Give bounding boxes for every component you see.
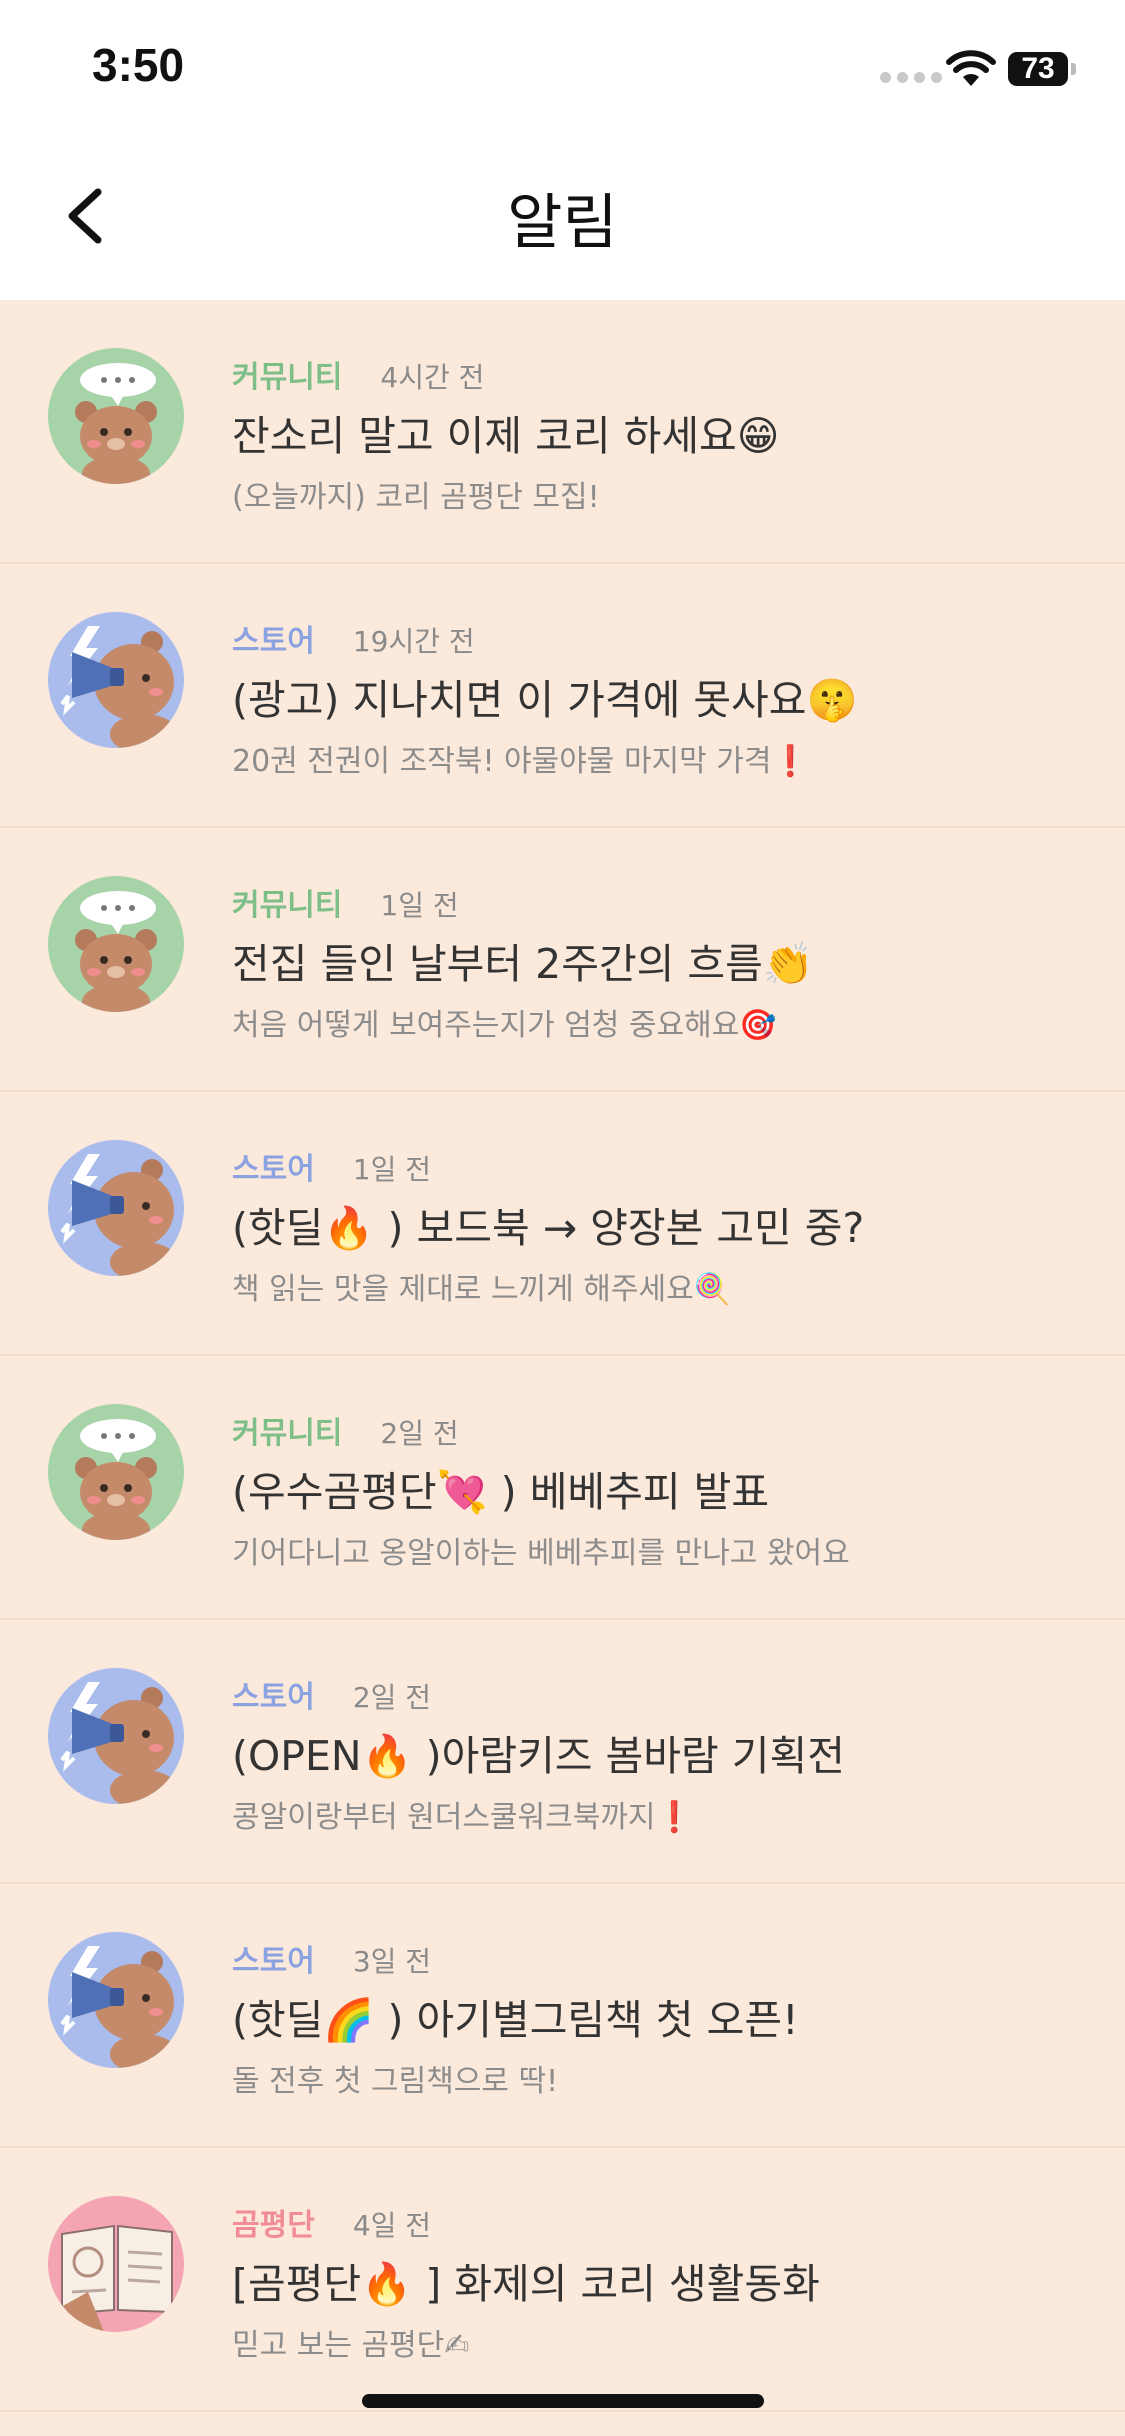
notification-meta: 커뮤니티 1일 전 xyxy=(232,880,459,924)
notification-subtitle: 콩알이랑부터 원더스쿨워크북까지❗ xyxy=(232,1800,693,1835)
notification-list: 커뮤니티 4시간 전잔소리 말고 이제 코리 하세요😁 (오늘까지) 코리 곰평단 … xyxy=(0,300,1125,2412)
bear-megaphone-icon xyxy=(48,1140,184,1276)
notification-time: 4일 전 xyxy=(352,2209,432,2242)
notification-item[interactable]: 커뮤니티 2일 전 (우수곰평단💘 ) 베베추피 발표기어다니고 옹알이하는 베베추… xyxy=(0,1356,1125,1620)
notification-subtitle: 믿고 보는 곰평단✍ xyxy=(232,2328,470,2363)
page-title: 알림 xyxy=(507,188,618,258)
status-time: 3:50 xyxy=(92,39,185,91)
notification-category: 곰평단 xyxy=(232,2208,315,2243)
notification-title: 전집 들인 날부터 2주간의 흐름👏 xyxy=(232,940,814,988)
notification-subtitle: 돌 전후 첫 그림책으로 딱! xyxy=(232,2064,559,2099)
bear-megaphone-icon xyxy=(48,1668,184,1804)
notification-time: 3일 전 xyxy=(352,1945,432,1978)
notification-time: 2일 전 xyxy=(352,1681,432,1714)
battery-indicator: 73 xyxy=(1008,52,1076,86)
notification-subtitle: 처음 어떻게 보여주는지가 엄청 중요해요🎯 xyxy=(232,1008,777,1043)
notification-title: (핫딜🔥 ) 보드북 → 양장본 고민 중? xyxy=(232,1204,865,1252)
bear-megaphone-icon xyxy=(48,612,184,748)
notification-title: (우수곰평단💘 ) 베베추피 발표 xyxy=(232,1468,770,1516)
notification-time: 1일 전 xyxy=(380,889,459,922)
notification-time: 19시간 전 xyxy=(352,625,475,658)
notification-item[interactable]: 스토어 19시간 전 (광고) 지나치면 이 가격에 못사요🤫 20권 전권이 조작북… xyxy=(0,564,1125,828)
notification-category: 커뮤니티 xyxy=(232,888,343,923)
notification-meta: 곰평단 4일 전 xyxy=(232,2200,431,2244)
notification-subtitle: 기어다니고 옹알이하는 베베추피를 만나고 왔어요 xyxy=(232,1536,850,1571)
notification-category: 커뮤니티 xyxy=(232,1416,343,1451)
notification-meta: 스토어 3일 전 xyxy=(232,1936,431,1980)
notification-category: 커뮤니티 xyxy=(232,360,343,395)
notification-title: 잔소리 말고 이제 코리 하세요😁 xyxy=(232,412,780,460)
notification-meta: 커뮤니티 2일 전 xyxy=(232,1408,459,1452)
notification-item[interactable]: 스토어 1일 전 (핫딜🔥 ) 보드북 → 양장본 고민 중? 책 읽는 맛을 제대로… xyxy=(0,1092,1125,1356)
notification-item[interactable]: 커뮤니티 4시간 전잔소리 말고 이제 코리 하세요😁 (오늘까지) 코리 곰평단 … xyxy=(0,300,1125,564)
notification-subtitle: (오늘까지) 코리 곰평단 모집! xyxy=(232,480,600,515)
cellular-signal-icon xyxy=(880,72,942,83)
notification-item[interactable]: 스토어 3일 전 (핫딜🌈 ) 아기별그림책 첫 오픈! 돌 전후 첫 그림책으로 딱… xyxy=(0,1884,1125,2148)
notification-meta: 스토어 19시간 전 xyxy=(232,616,475,660)
notification-title: [곰평단🔥 ] 화제의 코리 생활동화 xyxy=(232,2260,820,2308)
notification-time: 4시간 전 xyxy=(380,361,485,394)
notification-item[interactable]: 곰평단 4일 전 [곰평단🔥 ] 화제의 코리 생활동화믿고 보는 곰평단✍ xyxy=(0,2148,1125,2412)
bear-megaphone-icon xyxy=(48,1932,184,2068)
notification-category: 스토어 xyxy=(232,624,315,659)
notification-meta: 커뮤니티 4시간 전 xyxy=(232,352,484,396)
bear-speech-bubble-icon xyxy=(48,1404,184,1540)
notification-item[interactable]: 스토어 2일 전 (OPEN🔥 )아람키즈 봄바람 기획전콩알이랑부터 원더스쿨워크… xyxy=(0,1620,1125,1884)
notification-title: (OPEN🔥 )아람키즈 봄바람 기획전 xyxy=(232,1732,845,1780)
notification-subtitle: 책 읽는 맛을 제대로 느끼게 해주세요🍭 xyxy=(232,1272,732,1307)
notification-category: 스토어 xyxy=(232,1680,315,1715)
status-bar: 3:50 73 xyxy=(0,0,1125,140)
notification-time: 1일 전 xyxy=(352,1153,432,1186)
home-indicator xyxy=(362,2394,764,2408)
bear-speech-bubble-icon xyxy=(48,348,184,484)
notification-title: (광고) 지나치면 이 가격에 못사요🤫 xyxy=(232,676,858,724)
notification-meta: 스토어 1일 전 xyxy=(232,1144,431,1188)
notification-subtitle: 20권 전권이 조작북! 야물야물 마지막 가격❗ xyxy=(232,744,809,779)
notification-title: (핫딜🌈 ) 아기별그림책 첫 오픈! xyxy=(232,1996,799,2044)
bear-speech-bubble-icon xyxy=(48,876,184,1012)
wifi-icon xyxy=(946,50,996,86)
notification-time: 2일 전 xyxy=(380,1417,459,1450)
notification-item[interactable]: 커뮤니티 1일 전전집 들인 날부터 2주간의 흐름👏 처음 어떻게 보여주는지가 … xyxy=(0,828,1125,1092)
open-book-icon xyxy=(48,2196,184,2332)
navigation-bar: 알림 xyxy=(0,140,1125,300)
notification-meta: 스토어 2일 전 xyxy=(232,1672,431,1716)
notification-category: 스토어 xyxy=(232,1152,315,1187)
notification-category: 스토어 xyxy=(232,1944,315,1979)
